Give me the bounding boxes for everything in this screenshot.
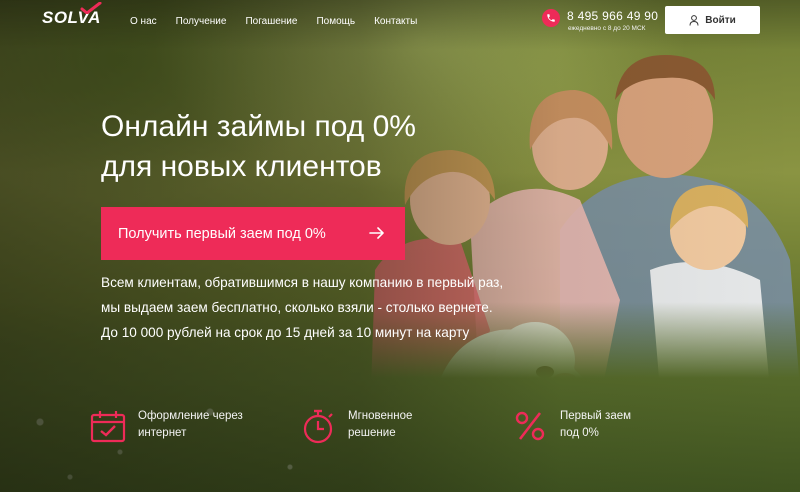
feature-1-line-2: интернет [138,427,187,439]
site-header: SOLVA О нас Получение Погашение Помощь К… [0,0,800,44]
phone-icon[interactable] [542,9,560,27]
nav-item-receiving[interactable]: Получение [176,16,227,27]
hero-title-line-2: для новых клиентов [101,150,382,183]
hero-description-line-1: Всем клиентам, обратившимся в нашу компа… [101,275,504,290]
hero-description: Всем клиентам, обратившимся в нашу компа… [101,270,581,345]
get-first-loan-button[interactable]: Получить первый заем под 0% [101,207,405,260]
feature-1-line-1: Оформление через [138,410,243,422]
solva-logo[interactable]: SOLVA [42,2,102,28]
phone-number[interactable]: 8 495 966 49 90 [567,9,658,23]
hero-description-line-2: мы выдаем заем бесплатно, сколько взяли … [101,300,493,315]
nav-item-repayment[interactable]: Погашение [245,16,297,27]
hero-title-line-1: Онлайн займы под 0% [101,110,416,143]
hero-description-line-3: До 10 000 рублей на срок до 15 дней за 1… [101,325,470,340]
calendar-check-icon [90,411,126,443]
main-nav: О нас Получение Погашение Помощь Контакт… [130,16,436,27]
phone-hours: ежедневно с 8 до 20 МСК [568,25,646,32]
feature-2-line-2: решение [348,427,396,439]
nav-item-contacts[interactable]: Контакты [374,16,417,27]
nav-item-about[interactable]: О нас [130,16,157,27]
nav-item-help[interactable]: Помощь [316,16,355,27]
stopwatch-icon [303,409,333,444]
percent-icon [515,411,545,441]
login-label: Войти [705,14,736,26]
feature-online-application: Оформление через интернет [90,408,243,444]
feature-3-line-1: Первый заем [560,410,632,422]
feature-first-loan-zero: Первый заем под 0% [512,408,631,444]
feature-instant-decision: Мгновенное решение [300,408,412,444]
login-button[interactable]: Войти [665,6,760,34]
logo-check-icon [80,2,102,14]
arrow-right-icon [369,227,384,239]
cta-label: Получить первый заем под 0% [118,225,326,242]
hero-title: Онлайн займы под 0% для новых клиентов [101,107,531,187]
feature-2-line-1: Мгновенное [348,410,413,422]
feature-3-line-2: под 0% [560,427,599,439]
user-icon [689,14,699,26]
